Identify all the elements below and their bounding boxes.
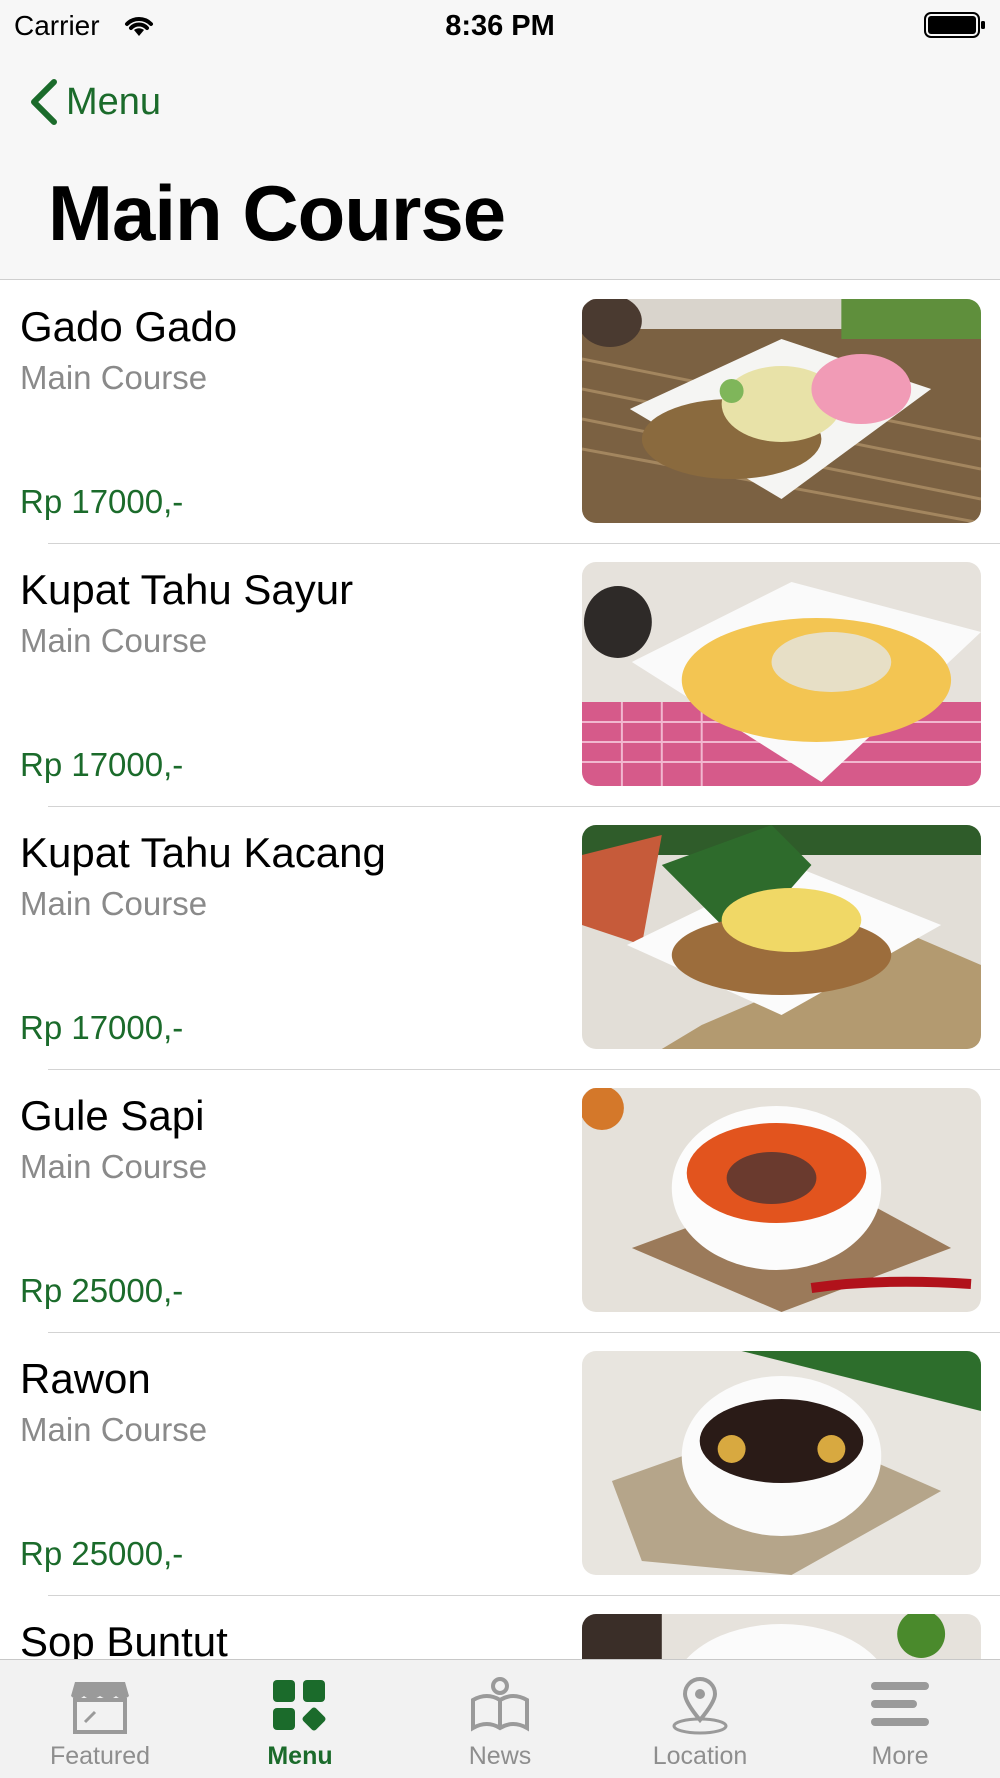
tab-label: Menu (267, 1742, 333, 1770)
back-button-label: Menu (66, 80, 162, 123)
item-name: Rawon (20, 1355, 151, 1402)
page-title: Main Course (48, 169, 506, 257)
menu-item-row[interactable]: Rawon Main Course Rp 25000,- (0, 1333, 1000, 1596)
item-name: Gado Gado (20, 303, 238, 350)
item-price: Rp 17000,- (20, 483, 184, 520)
tab-featured[interactable]: Featured (0, 1660, 200, 1778)
chevron-left-icon (31, 79, 57, 125)
tab-more[interactable]: More (800, 1660, 1000, 1778)
gado-gado-photo (582, 299, 981, 523)
item-category: Main Course (20, 1411, 208, 1448)
back-button[interactable]: Menu (26, 74, 161, 130)
item-price: Rp 17000,- (20, 746, 184, 783)
storefront-icon (71, 1682, 129, 1734)
battery-icon (924, 12, 985, 38)
menu-item-list[interactable]: Gado Gado Main Course Rp 17000,- Kupat T… (0, 281, 1000, 1659)
item-name: Kupat Tahu Sayur (20, 566, 354, 613)
menu-item-row[interactable]: Sop Buntut (0, 1596, 1000, 1659)
tab-label: Location (652, 1742, 748, 1770)
menu-item-row[interactable]: Gule Sapi Main Course Rp 25000,- (0, 1070, 1000, 1333)
item-price: Rp 17000,- (20, 1009, 184, 1046)
location-pin-icon (672, 1677, 728, 1735)
tab-location[interactable]: Location (600, 1660, 800, 1778)
menu-grid-icon (273, 1680, 326, 1731)
item-category: Main Course (20, 885, 208, 922)
tab-news[interactable]: News (400, 1660, 600, 1778)
gule-sapi-photo (582, 1088, 981, 1312)
item-name: Kupat Tahu Kacang (20, 829, 386, 876)
more-lines-icon (871, 1682, 929, 1726)
item-category: Main Course (20, 622, 208, 659)
kupat-tahu-kacang-photo (582, 825, 981, 1049)
rawon-photo (582, 1351, 981, 1575)
item-price: Rp 25000,- (20, 1535, 184, 1572)
menu-item-row[interactable]: Kupat Tahu Sayur Main Course Rp 17000,- (0, 544, 1000, 807)
menu-item-row[interactable]: Kupat Tahu Kacang Main Course Rp 17000,- (0, 807, 1000, 1070)
tab-label: News (468, 1742, 532, 1770)
tab-label: More (871, 1742, 929, 1770)
sop-buntut-photo (582, 1614, 981, 1659)
tab-label: Featured (49, 1742, 151, 1770)
tab-bar: Featured Menu News Location More (0, 1659, 1000, 1778)
tab-menu[interactable]: Menu (200, 1660, 400, 1778)
item-category: Main Course (20, 359, 208, 396)
status-time: 8:36 PM (445, 10, 555, 42)
status-bar: Carrier 8:36 PM (0, 0, 1000, 50)
item-name: Gule Sapi (20, 1092, 205, 1139)
news-icon (471, 1677, 529, 1732)
item-category: Main Course (20, 1148, 208, 1185)
menu-item-row[interactable]: Gado Gado Main Course Rp 17000,- (0, 281, 1000, 544)
kupat-tahu-sayur-photo (582, 562, 981, 786)
item-name: Sop Buntut (20, 1618, 228, 1659)
item-price: Rp 25000,- (20, 1272, 184, 1309)
navigation-header: Carrier 8:36 PM Menu Main Course (0, 0, 1000, 280)
